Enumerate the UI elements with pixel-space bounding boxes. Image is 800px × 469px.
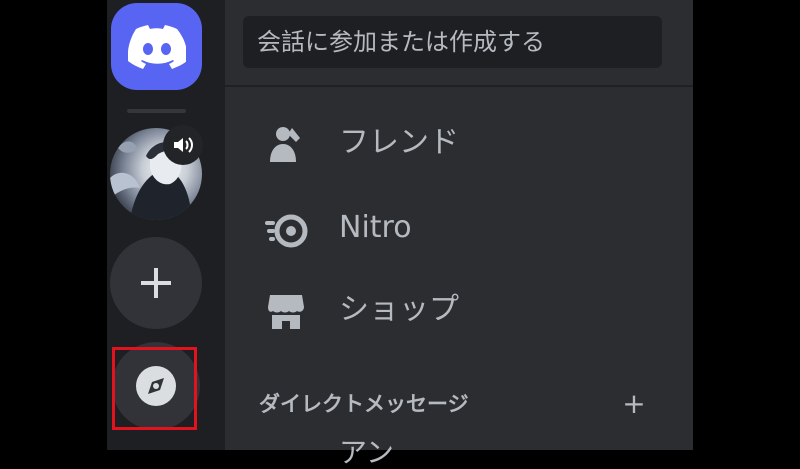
nav-label-friends: フレンド — [339, 125, 459, 160]
nitro-icon — [263, 206, 309, 252]
dm-panel: 会話に参加または作成する フレンド Nitro ショップ ダイレクトメッセージ … — [225, 0, 693, 468]
dm-list-item[interactable]: アン — [339, 438, 394, 468]
dm-section-header: ダイレクトメッセージ — [259, 392, 469, 416]
create-dm-button[interactable]: + — [618, 388, 650, 420]
discord-logo-icon — [127, 24, 186, 69]
voice-indicator — [163, 125, 203, 165]
rail-separator — [127, 109, 186, 113]
search-bar: 会話に参加または作成する — [225, 0, 693, 87]
speaker-icon — [174, 137, 193, 153]
home-button[interactable] — [111, 3, 202, 90]
nav-item-nitro[interactable]: Nitro — [225, 198, 693, 258]
add-server-button[interactable] — [110, 237, 202, 329]
app-window: 会話に参加または作成する フレンド Nitro ショップ ダイレクトメッセージ … — [0, 0, 800, 468]
discover-button[interactable] — [112, 342, 200, 430]
plus-icon — [141, 268, 171, 298]
friends-icon — [263, 121, 309, 167]
nav-item-friends[interactable]: フレンド — [225, 113, 693, 173]
compass-icon — [136, 366, 176, 406]
nav-label-nitro: Nitro — [339, 210, 412, 245]
nav-label-shop: ショップ — [339, 292, 459, 327]
search-input[interactable]: 会話に参加または作成する — [243, 16, 662, 68]
nav-item-shop[interactable]: ショップ — [225, 280, 693, 340]
shop-icon — [263, 288, 309, 334]
